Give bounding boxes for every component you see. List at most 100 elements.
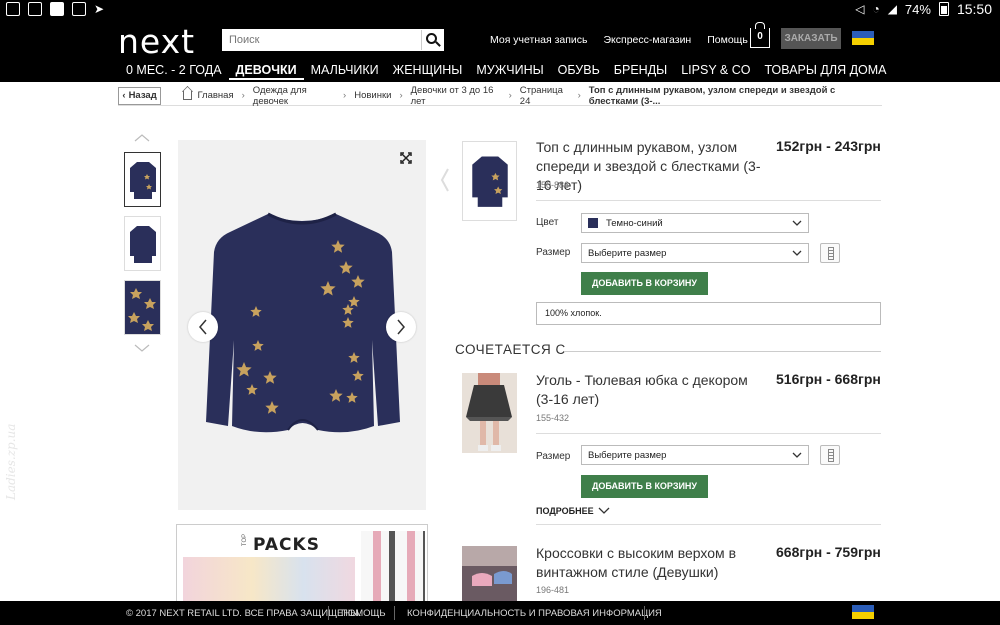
top-front-image bbox=[471, 156, 508, 207]
search-button[interactable] bbox=[421, 30, 443, 50]
thumbnail-front[interactable] bbox=[124, 152, 161, 207]
image-icon bbox=[28, 2, 42, 16]
watermark: Ladies.zp.ua bbox=[4, 423, 18, 500]
breadcrumb-home[interactable]: Главная › bbox=[197, 90, 252, 101]
packs-tops-image bbox=[361, 531, 425, 603]
related-size-select[interactable]: Выберите размер bbox=[581, 445, 809, 465]
thumbnail-back[interactable] bbox=[124, 216, 161, 271]
chevron-right-icon bbox=[397, 319, 405, 335]
search-bar bbox=[222, 29, 444, 51]
size-label: Размер bbox=[536, 451, 571, 462]
notification-icons: ➤ bbox=[6, 2, 104, 16]
facebook-icon bbox=[50, 2, 64, 16]
color-label: Цвет bbox=[536, 217, 559, 228]
site-header: next Моя учетная запись Экспресс-магазин… bbox=[0, 20, 1000, 82]
size-label: Размер bbox=[536, 247, 571, 258]
nav-item-lipsy[interactable]: LIPSY & CO bbox=[674, 62, 757, 80]
mute-icon: ◁ bbox=[855, 2, 865, 16]
related-item-code: 196-481 bbox=[536, 585, 570, 595]
wifi-icon: ◔ bbox=[872, 2, 880, 16]
next-image-button[interactable] bbox=[386, 312, 416, 342]
next-logo[interactable]: next bbox=[118, 22, 195, 61]
breadcrumb-age-range[interactable]: Девочки от 3 до 16 лет › bbox=[411, 85, 520, 107]
combines-heading: СОЧЕТАЕТСЯ С bbox=[455, 342, 566, 357]
divider bbox=[536, 200, 881, 201]
shopping-bag-icon[interactable]: 0 bbox=[750, 22, 770, 48]
search-input[interactable] bbox=[223, 30, 421, 50]
tulle-skirt-image bbox=[462, 373, 517, 453]
chevron-down-icon bbox=[598, 507, 610, 514]
status-bar: ➤ ◁ ◔ ◢ 74% 15:50 bbox=[0, 0, 1000, 20]
related-item-code: 155-432 bbox=[536, 413, 570, 423]
related-item-title[interactable]: Уголь - Тюлевая юбка с декором (3-16 лет… bbox=[536, 371, 766, 409]
related-item-title[interactable]: Кроссовки с высоким верхом в винтажном с… bbox=[536, 544, 766, 582]
nav-item-boys[interactable]: МАЛЬЧИКИ bbox=[304, 62, 386, 80]
nav-item-women[interactable]: ЖЕНЩИНЫ bbox=[386, 62, 470, 80]
previous-image-button[interactable] bbox=[188, 312, 218, 342]
add-to-bag-button[interactable]: ДОБАВИТЬ В КОРЗИНУ bbox=[581, 272, 708, 295]
chevron-left-icon: ‹ bbox=[122, 90, 126, 101]
chevron-left-icon bbox=[199, 319, 207, 335]
home-icon[interactable] bbox=[183, 91, 193, 100]
related-item-price: 516грн - 668грн bbox=[776, 371, 881, 387]
breadcrumb-page[interactable]: Страница 24 › bbox=[520, 85, 589, 107]
account-link[interactable]: Моя учетная запись bbox=[490, 34, 588, 46]
main-nav: 0 МЕС. - 2 ГОДА ДЕВОЧКИ МАЛЬЧИКИ ЖЕНЩИНЫ… bbox=[126, 62, 894, 80]
chevron-down-icon[interactable] bbox=[134, 344, 150, 352]
nav-item-baby[interactable]: 0 МЕС. - 2 ГОДА bbox=[126, 62, 229, 80]
size-select[interactable]: Выберите размер bbox=[581, 243, 809, 263]
breadcrumb-new-in[interactable]: Новинки › bbox=[354, 90, 410, 101]
chevron-up-icon[interactable] bbox=[134, 134, 150, 142]
color-select[interactable]: Темно-синий bbox=[581, 213, 809, 233]
sneakers-image bbox=[462, 546, 517, 601]
top-back-image bbox=[129, 225, 156, 263]
clock: 15:50 bbox=[956, 1, 992, 17]
main-product-image[interactable] bbox=[178, 140, 426, 510]
star-detail-image bbox=[127, 287, 156, 331]
packs-top-label: TOP bbox=[242, 533, 249, 547]
ukraine-flag-icon[interactable] bbox=[852, 31, 874, 45]
size-guide-ruler-icon[interactable] bbox=[820, 445, 840, 465]
nav-item-girls[interactable]: ДЕВОЧКИ bbox=[228, 62, 304, 80]
express-shop-link[interactable]: Экспресс-магазин bbox=[604, 34, 692, 46]
footer-privacy-link[interactable]: КОНФИДЕНЦИАЛЬНОСТЬ И ПРАВОВАЯ ИНФОРМАЦИЯ bbox=[407, 608, 662, 619]
related-sneakers-image[interactable] bbox=[462, 546, 517, 601]
checkout-button[interactable]: ЗАКАЗАТЬ bbox=[781, 28, 841, 49]
breadcrumb-current: Топ с длинным рукавом, узлом спереди и з… bbox=[588, 84, 836, 107]
related-skirt-image[interactable] bbox=[462, 373, 517, 453]
top-packs-banner[interactable]: TOP PACKS bbox=[176, 524, 428, 604]
copyright: © 2017 NEXT RETAIL LTD. ВСЕ ПРАВА ЗАЩИЩЕ… bbox=[126, 608, 362, 619]
battery-percent: 74% bbox=[904, 1, 931, 17]
gallery-icon bbox=[72, 2, 86, 16]
chevron-left-icon bbox=[440, 168, 449, 192]
composition-box: 100% хлопок. bbox=[536, 302, 881, 325]
packs-title: PACKS bbox=[253, 535, 320, 555]
product-code: 150-886 bbox=[536, 180, 570, 190]
chevron-down-icon bbox=[792, 250, 802, 256]
header-links: Моя учетная запись Экспресс-магазин Помо… bbox=[490, 34, 748, 46]
related-item-price: 668грн - 759грн bbox=[776, 544, 881, 560]
breadcrumb: ‹ Назад Главная › Одежда для девочек › Нов… bbox=[118, 84, 882, 107]
divider bbox=[564, 351, 881, 352]
nav-item-home[interactable]: ТОВАРЫ ДЛЯ ДОМА bbox=[757, 62, 893, 80]
nav-item-men[interactable]: МУЖЧИНЫ bbox=[469, 62, 550, 80]
back-button[interactable]: ‹ Назад bbox=[118, 86, 162, 105]
breadcrumb-girls-clothing[interactable]: Одежда для девочек › bbox=[253, 85, 354, 107]
related-add-to-bag-button[interactable]: ДОБАВИТЬ В КОРЗИНУ bbox=[581, 475, 708, 498]
color-swatch bbox=[588, 218, 598, 228]
divider bbox=[536, 433, 881, 434]
thumbnail-detail[interactable] bbox=[124, 280, 161, 335]
more-details-link[interactable]: ПОДРОБНЕЕ bbox=[536, 506, 610, 516]
ukraine-flag-icon[interactable] bbox=[852, 605, 874, 619]
size-guide-ruler-icon[interactable] bbox=[820, 243, 840, 263]
packs-photo bbox=[183, 557, 355, 603]
chevron-down-icon bbox=[792, 452, 802, 458]
product-title: Топ с длинным рукавом, узлом спереди и з… bbox=[536, 139, 761, 193]
top-front-image bbox=[129, 161, 156, 199]
signal-icon: ◢ bbox=[887, 2, 897, 16]
footer-help-link[interactable]: ПОМОЩЬ bbox=[341, 608, 386, 619]
help-link[interactable]: Помощь bbox=[707, 34, 748, 46]
send-icon: ➤ bbox=[94, 2, 105, 16]
nav-item-shoes[interactable]: ОБУВЬ bbox=[551, 62, 607, 80]
nav-item-brands[interactable]: БРЕНДЫ bbox=[607, 62, 674, 80]
